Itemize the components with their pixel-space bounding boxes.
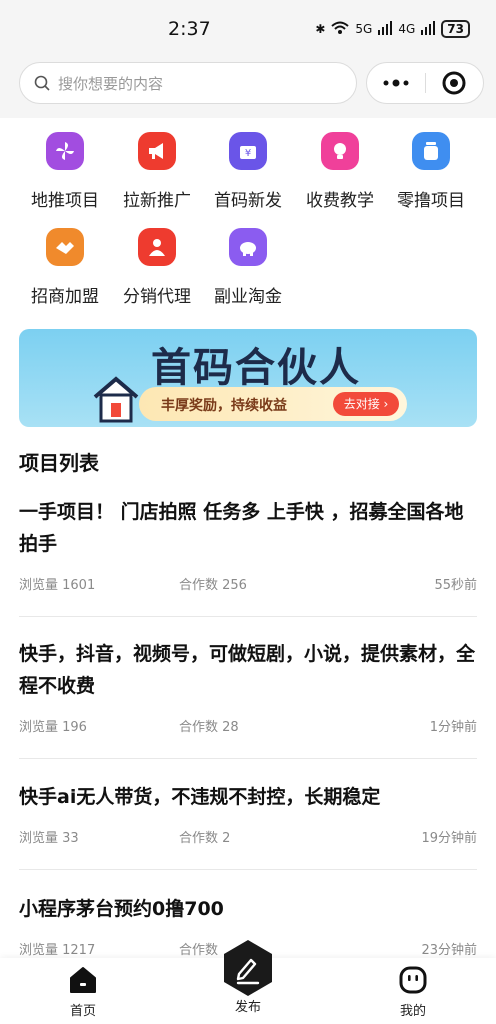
project-title: 快手ai无人带货，不违规不封控，长期稳定 <box>19 786 381 808</box>
signal-4g-label: 4G <box>398 22 416 36</box>
project-meta: 浏览量 33 合作数 2 19分钟前 <box>19 827 477 847</box>
banner-title: 首码合伙人 <box>151 345 361 391</box>
tab-home[interactable]: 首页 <box>33 966 133 1019</box>
wifi-icon <box>331 21 350 38</box>
home-icon <box>70 967 96 993</box>
project-item[interactable]: 快手ai无人带货，不违规不封控，长期稳定 浏览量 33 合作数 2 19分钟前 <box>19 781 477 870</box>
megaphone-icon <box>138 132 176 170</box>
banner-pill: 丰厚奖励，持续收益 去对接 › <box>139 387 407 421</box>
category-shoufei[interactable]: 收费教学 <box>294 132 386 218</box>
banner-subtitle: 丰厚奖励，持续收益 <box>161 398 287 414</box>
category-label: 首码新发 <box>214 191 282 211</box>
publish-button[interactable] <box>218 938 278 998</box>
house-icon <box>91 375 141 427</box>
section-title: 项目列表 <box>19 451 99 475</box>
project-item[interactable]: 快手，抖音，视频号，可做短剧，小说，提供素材，全程不收费 浏览量 196 合作数… <box>19 638 477 759</box>
project-title: 快手，抖音，视频号，可做短剧，小说，提供素材，全程不收费 <box>19 643 476 697</box>
lightbulb-icon <box>321 132 359 170</box>
signal-icon <box>378 20 393 38</box>
signal-5g-label: 5G <box>355 22 373 36</box>
tab-home-label: 首页 <box>69 1004 96 1019</box>
search-input[interactable]: 搜你想要的内容 <box>19 62 357 104</box>
search-icon <box>34 75 50 91</box>
tab-mine[interactable]: 我的 <box>363 966 463 1019</box>
banner-connect-button[interactable]: 去对接 › <box>333 392 399 416</box>
category-zhaoshang[interactable]: 招商加盟 <box>19 228 111 314</box>
project-time: 23分钟前 <box>421 943 477 958</box>
pinwheel-icon <box>46 132 84 170</box>
project-views: 浏览量 33 <box>19 831 79 846</box>
category-label: 招商加盟 <box>31 287 99 307</box>
status-time: 2:37 <box>168 18 211 40</box>
tab-publish[interactable]: 发布 <box>198 996 298 1015</box>
piggy-bank-icon <box>229 228 267 266</box>
category-label: 副业淘金 <box>214 287 282 307</box>
category-fuye[interactable]: 副业淘金 <box>202 228 294 314</box>
category-linglu[interactable]: 零撸项目 <box>385 132 477 218</box>
bluetooth-icon: ✱ <box>315 22 326 36</box>
project-coop: 合作数 <box>179 943 219 958</box>
top-area: 搜你想要的内容 <box>0 58 496 118</box>
project-views: 浏览量 1601 <box>19 578 96 593</box>
target-close-icon <box>442 71 466 95</box>
category-label: 零撸项目 <box>397 191 465 211</box>
promo-banner[interactable]: 首码合伙人 丰厚奖励，持续收益 去对接 › <box>19 329 477 427</box>
project-time: 1分钟前 <box>429 720 477 735</box>
project-views: 浏览量 196 <box>19 720 87 735</box>
status-icons: ✱ 5G 4G 73 <box>315 20 470 38</box>
mini-program-capsule <box>366 62 484 104</box>
battery-icon: 73 <box>441 20 470 38</box>
project-views: 浏览量 1217 <box>19 943 96 958</box>
more-button[interactable] <box>367 63 425 103</box>
tab-publish-label: 发布 <box>234 1000 261 1015</box>
project-coop: 合作数 2 <box>179 831 231 846</box>
project-title: 一手项目！ 门店拍照 任务多 上手快 ，招募全国各地拍手 <box>19 501 464 555</box>
jar-icon <box>412 132 450 170</box>
category-ditui[interactable]: 地推项目 <box>19 132 111 218</box>
category-label: 分销代理 <box>123 287 191 307</box>
svg-text:¥: ¥ <box>245 148 251 159</box>
tab-mine-label: 我的 <box>399 1004 426 1019</box>
yuan-box-icon: ¥ <box>229 132 267 170</box>
profile-face-icon <box>399 966 427 994</box>
edit-pen-icon <box>224 940 272 996</box>
more-dots-icon <box>383 79 409 87</box>
category-fenxiao[interactable]: 分销代理 <box>111 228 203 314</box>
handshake-icon <box>46 228 84 266</box>
category-label: 拉新推广 <box>123 191 191 211</box>
project-item[interactable]: 一手项目！ 门店拍照 任务多 上手快 ，招募全国各地拍手 浏览量 1601 合作… <box>19 496 477 617</box>
search-placeholder: 搜你想要的内容 <box>58 74 164 93</box>
project-coop: 合作数 256 <box>179 578 247 593</box>
project-meta: 浏览量 196 合作数 28 1分钟前 <box>19 716 477 736</box>
category-laxin[interactable]: 拉新推广 <box>111 132 203 218</box>
project-time: 55秒前 <box>434 578 477 593</box>
status-bar: 2:37 ✱ 5G 4G 73 <box>0 0 496 58</box>
category-label: 收费教学 <box>306 191 374 211</box>
project-title: 小程序茅台预约0撸700 <box>19 898 224 920</box>
project-coop: 合作数 28 <box>179 720 239 735</box>
category-shouma[interactable]: ¥ 首码新发 <box>202 132 294 218</box>
category-label: 地推项目 <box>31 191 99 211</box>
agent-icon <box>138 228 176 266</box>
project-meta: 浏览量 1601 合作数 256 55秒前 <box>19 574 477 594</box>
project-time: 19分钟前 <box>421 831 477 846</box>
signal-icon-2 <box>421 20 436 38</box>
close-button[interactable] <box>425 63 483 103</box>
